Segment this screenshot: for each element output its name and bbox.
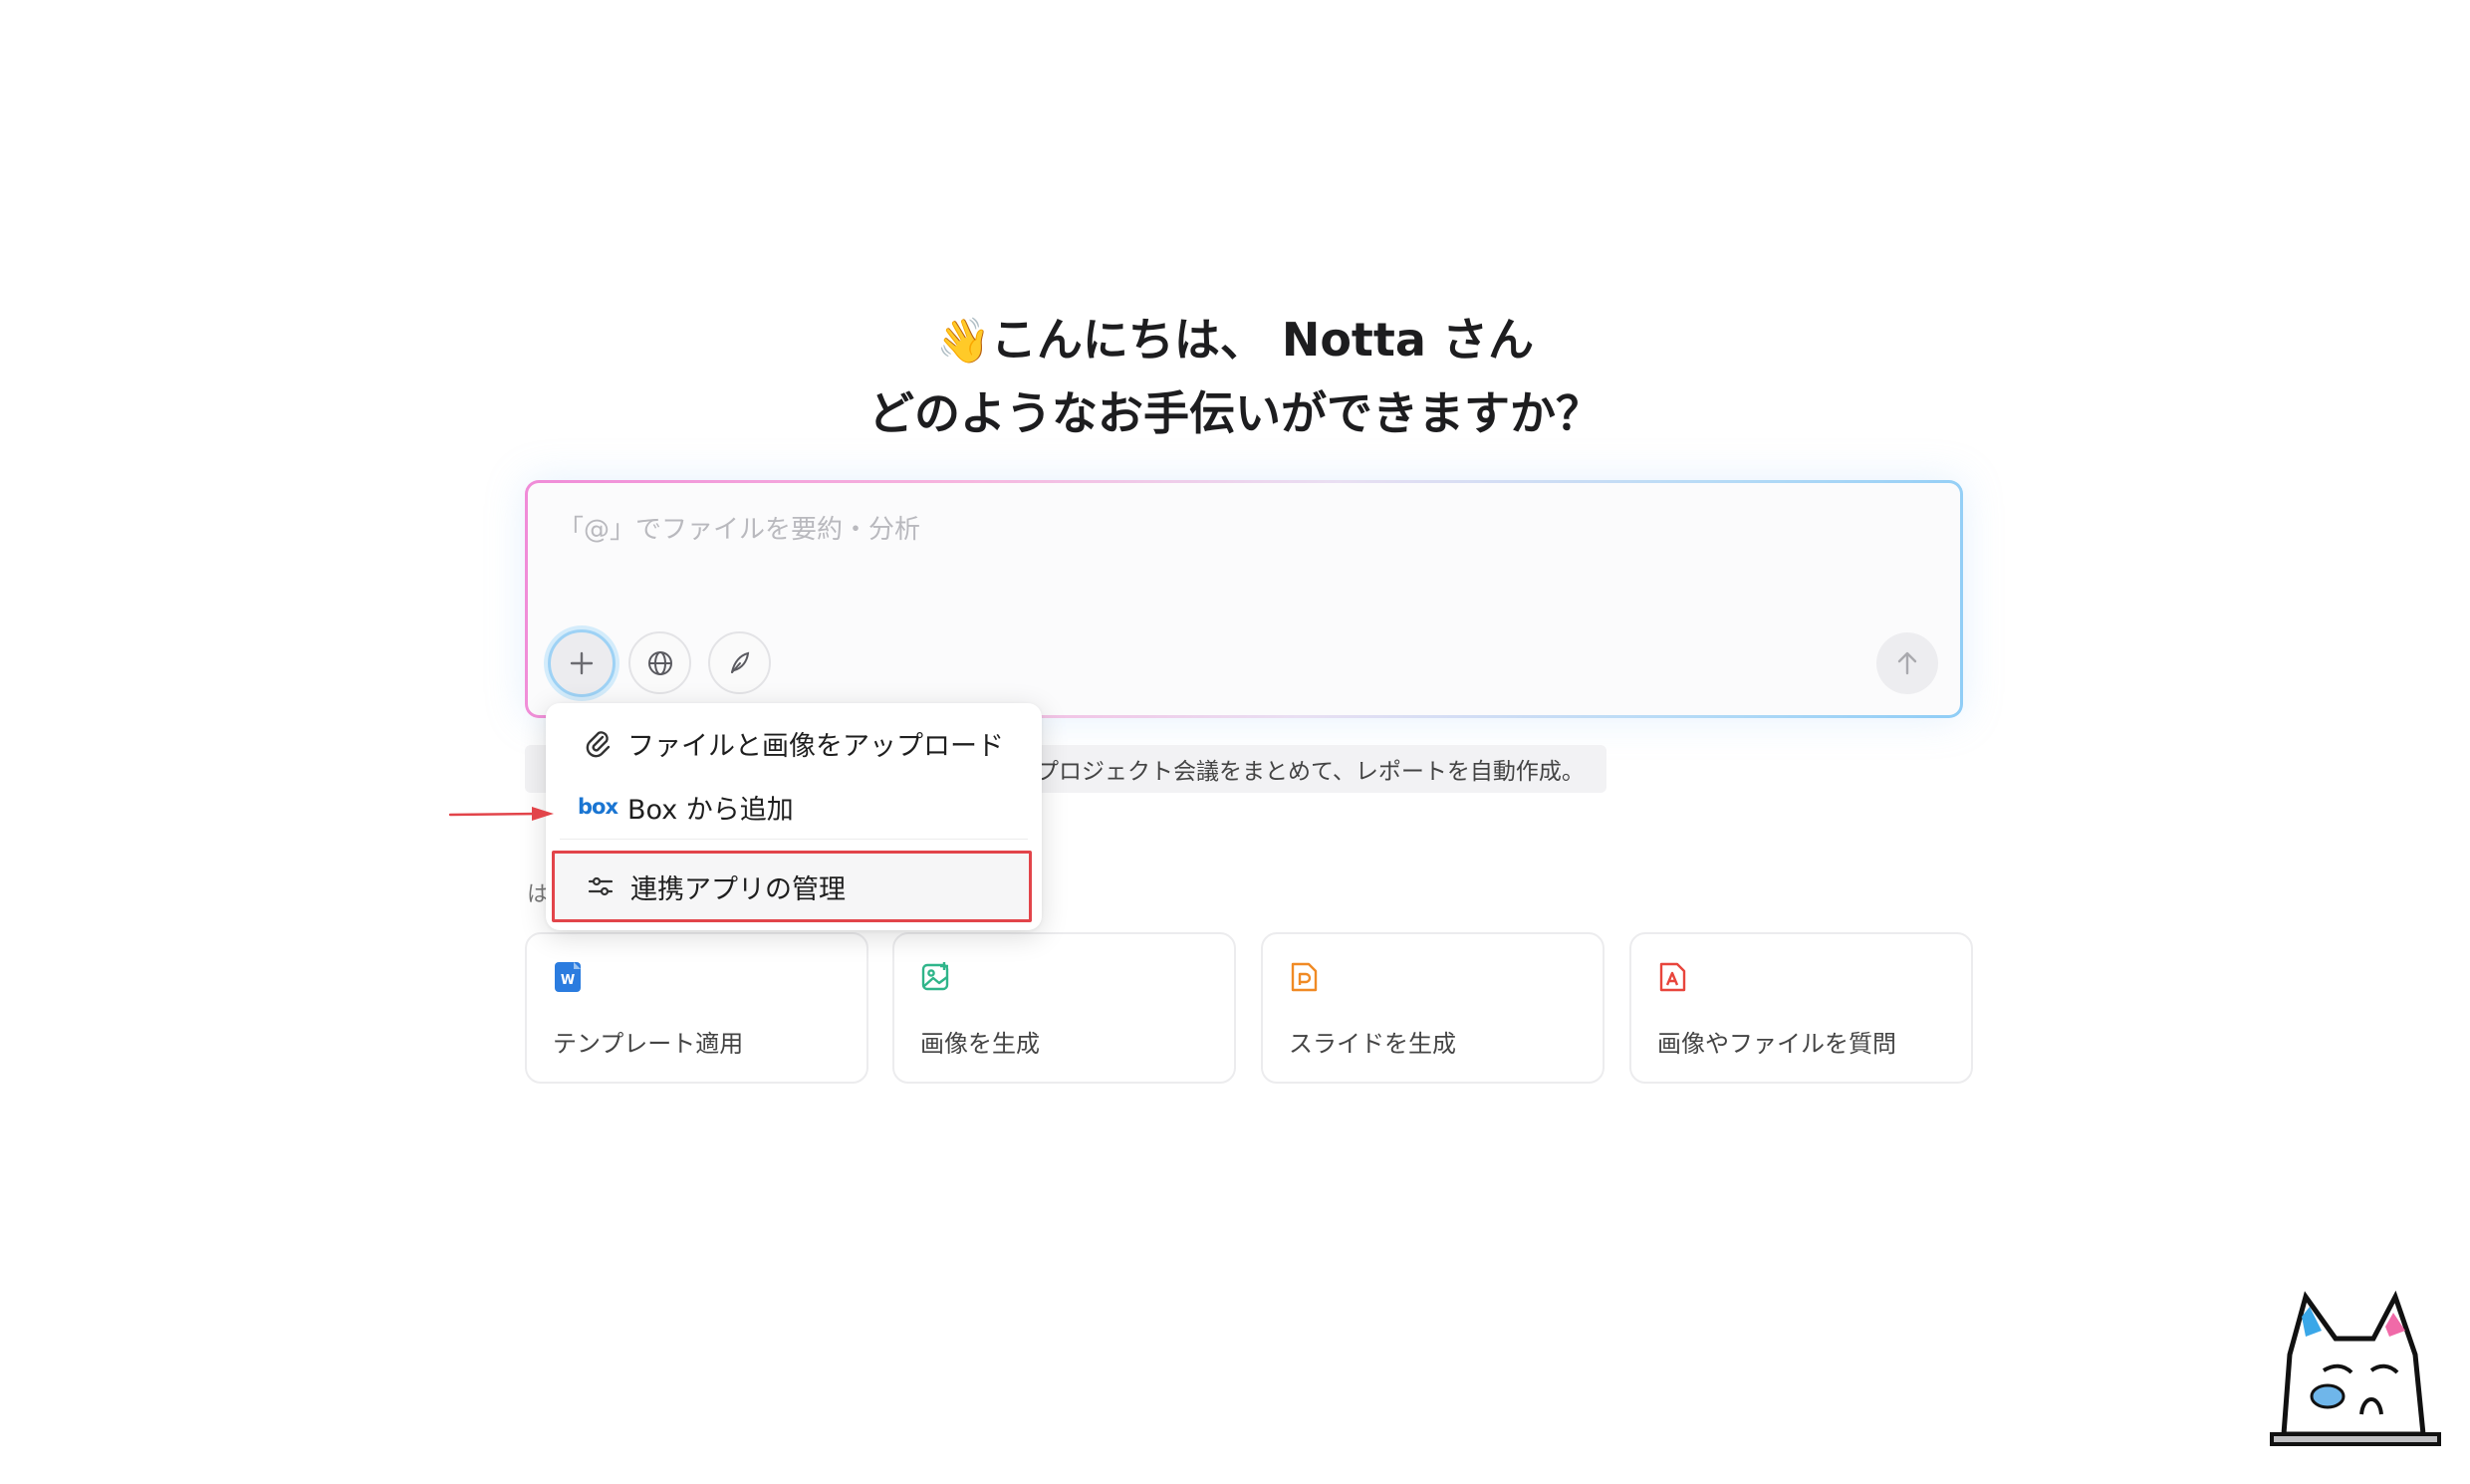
web-search-button[interactable] bbox=[628, 631, 691, 694]
card-generate-slides[interactable]: スライドを生成 bbox=[1261, 932, 1605, 1084]
notta-ai-home: 👋こんにちは、 Notta さん どのようなお手伝いができますか？ 「@」でファ… bbox=[0, 0, 2470, 1484]
greeting-line-1: 👋こんにちは、 Notta さん bbox=[0, 304, 2470, 377]
sliders-icon bbox=[581, 871, 620, 901]
paperclip-icon bbox=[578, 727, 618, 759]
send-button[interactable] bbox=[1876, 632, 1938, 694]
card-label: スライドを生成 bbox=[1289, 1030, 1456, 1058]
waving-hand-icon: 👋 bbox=[936, 316, 991, 367]
feather-icon bbox=[730, 651, 749, 673]
annotation-arrow bbox=[448, 807, 554, 821]
add-attachment-button[interactable] bbox=[548, 629, 616, 697]
box-logo-icon: box bbox=[578, 795, 618, 819]
cat-mascot-icon bbox=[2270, 1290, 2441, 1446]
card-generate-image[interactable]: 画像を生成 bbox=[892, 932, 1236, 1084]
image-add-icon bbox=[921, 962, 949, 991]
composer-inner[interactable]: 「@」でファイルを要約・分析 bbox=[528, 483, 1960, 715]
greeting: 👋こんにちは、 Notta さん どのようなお手伝いができますか？ bbox=[0, 304, 2470, 449]
greeting-text: こんにちは、 Notta さん bbox=[990, 313, 1534, 367]
menu-item-manage-integrations[interactable]: 連携アプリの管理 bbox=[552, 851, 1032, 922]
card-ask-files[interactable]: 画像やファイルを質問 bbox=[1629, 932, 1973, 1084]
word-doc-icon: W bbox=[555, 962, 581, 992]
menu-item-label: Box から追加 bbox=[627, 794, 794, 826]
greeting-line-2: どのようなお手伝いができますか？ bbox=[868, 386, 1602, 440]
menu-divider bbox=[560, 839, 1028, 840]
menu-item-label: ファイルと画像をアップロード bbox=[627, 730, 1004, 762]
card-template[interactable]: W テンプレート適用 bbox=[525, 932, 868, 1084]
menu-item-upload[interactable]: ファイルと画像をアップロード bbox=[546, 713, 1042, 773]
card-label: テンプレート適用 bbox=[553, 1030, 744, 1058]
prompt-input-placeholder[interactable]: 「@」でファイルを要約・分析 bbox=[558, 509, 920, 546]
arrow-up-icon bbox=[1897, 651, 1917, 675]
svg-text:W: W bbox=[561, 973, 575, 988]
card-label: 画像を生成 bbox=[920, 1030, 1040, 1058]
slides-doc-icon bbox=[1291, 962, 1318, 992]
suggestion-chip[interactable]: プロジェクト会議をまとめて、レポートを自動作成。 bbox=[1016, 745, 1606, 793]
plus-icon bbox=[570, 651, 594, 675]
chat-composer: 「@」でファイルを要約・分析 bbox=[525, 480, 1963, 718]
globe-icon bbox=[647, 650, 672, 675]
writing-style-button[interactable] bbox=[708, 631, 771, 694]
pdf-doc-icon bbox=[1659, 962, 1686, 992]
suggestion-chip-text: プロジェクト会議をまとめて、レポートを自動作成。 bbox=[1036, 759, 1585, 785]
menu-item-label: 連携アプリの管理 bbox=[630, 873, 846, 905]
card-label: 画像やファイルを質問 bbox=[1657, 1030, 1896, 1058]
menu-item-box[interactable]: box Box から追加 bbox=[546, 777, 1042, 837]
box-logo-text: box bbox=[578, 795, 618, 819]
